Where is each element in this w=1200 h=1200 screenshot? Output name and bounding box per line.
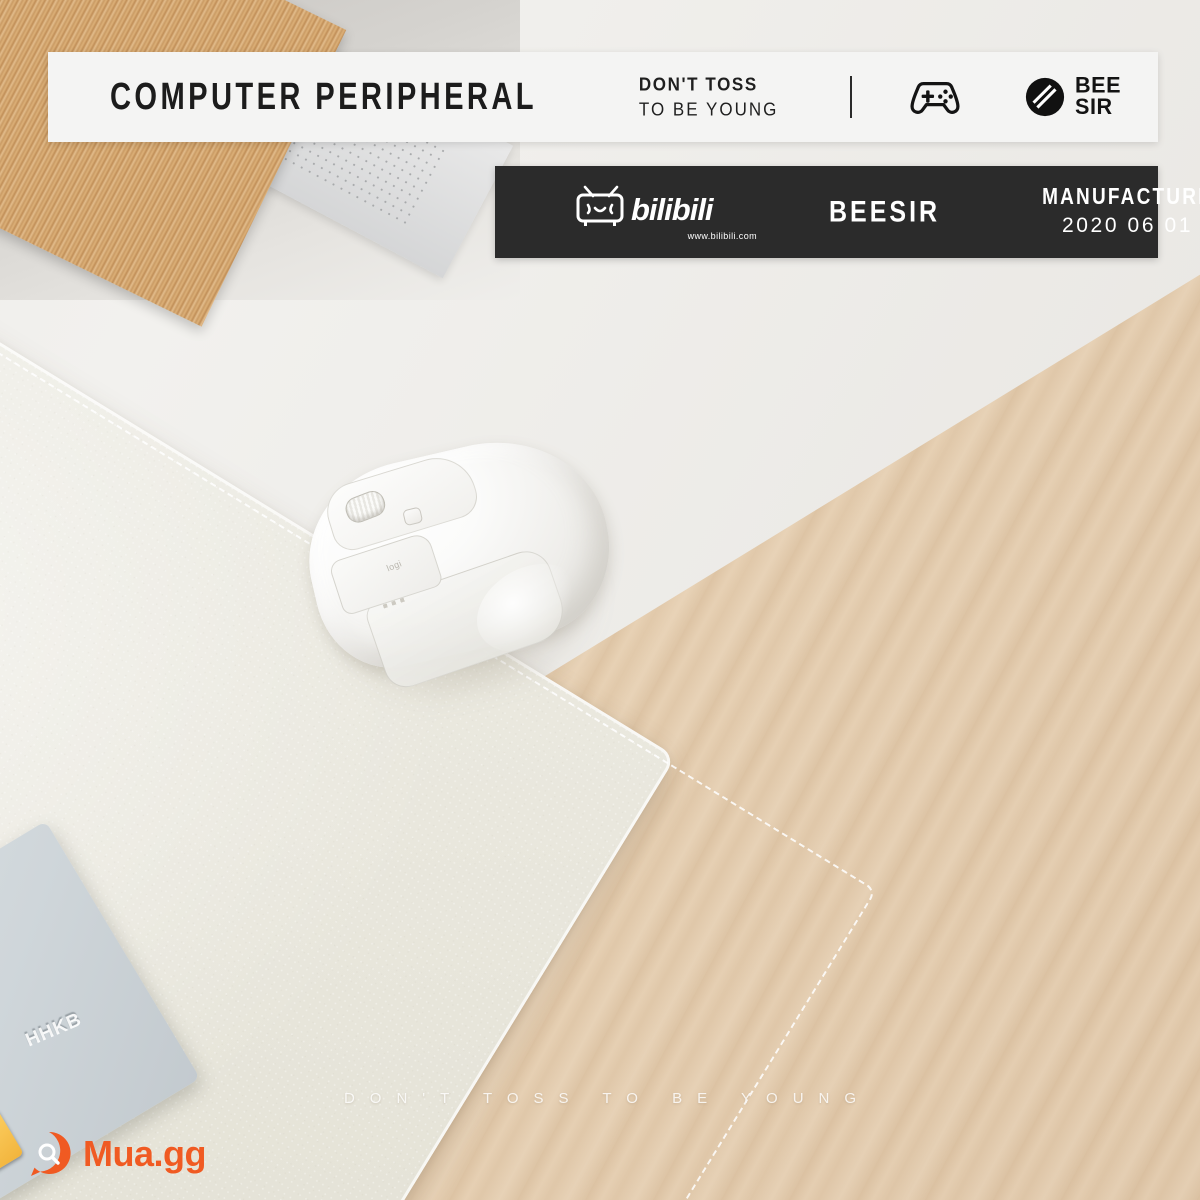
- beesir-wordmark: BEESIR: [829, 194, 941, 228]
- header-tagline: DON'T TOSS TO BE YOUNG: [639, 72, 778, 123]
- bilibili-logo-row: bilibili: [571, 183, 757, 229]
- bilibili-url: www.bilibili.com: [687, 231, 757, 241]
- product-photo-stage: BEE SIR logi: [0, 0, 1200, 1200]
- beesir-circle-logo-icon: [1026, 77, 1065, 117]
- watermark-text: DON'T TOSS TO BE YOUNG: [343, 1090, 872, 1107]
- site-logo[interactable]: Mua.gg: [26, 1131, 206, 1177]
- header-banner: COMPUTER PERIPHERAL DON'T TOSS TO BE YOU…: [48, 52, 1158, 142]
- site-name: Mua.gg: [83, 1133, 206, 1174]
- manufacture-info: MANUFACTURE 2020 06 01: [1042, 184, 1200, 238]
- tagline-line-1: DON'T TOSS: [638, 73, 758, 95]
- wireless-mouse: logi: [290, 419, 630, 724]
- bilibili-wordmark: bilibili: [631, 192, 716, 227]
- bilibili-logo: bilibili www.bilibili.com: [571, 183, 757, 241]
- gamepad-icon: [910, 82, 960, 114]
- svg-text:bilibili: bilibili: [631, 192, 715, 227]
- bilibili-tv-icon: [576, 185, 624, 226]
- brand-wordmark: BEE SIR: [1075, 75, 1121, 120]
- page-title: COMPUTER PERIPHERAL: [110, 75, 537, 118]
- tagline-line-2: TO BE YOUNG: [638, 99, 779, 121]
- search-icon: [31, 1131, 71, 1176]
- brand-logo: BEE SIR: [1024, 75, 1121, 120]
- search-bubble-icon: [26, 1131, 72, 1177]
- header-divider: [850, 76, 853, 118]
- brand-line-2: SIR: [1075, 94, 1114, 120]
- manufacture-date: 2020 06 01: [1062, 213, 1194, 237]
- social-info-bar: bilibili www.bilibili.com BEESIR MANUFAC…: [495, 166, 1200, 258]
- manufacture-label: MANUFACTURE: [1042, 184, 1200, 210]
